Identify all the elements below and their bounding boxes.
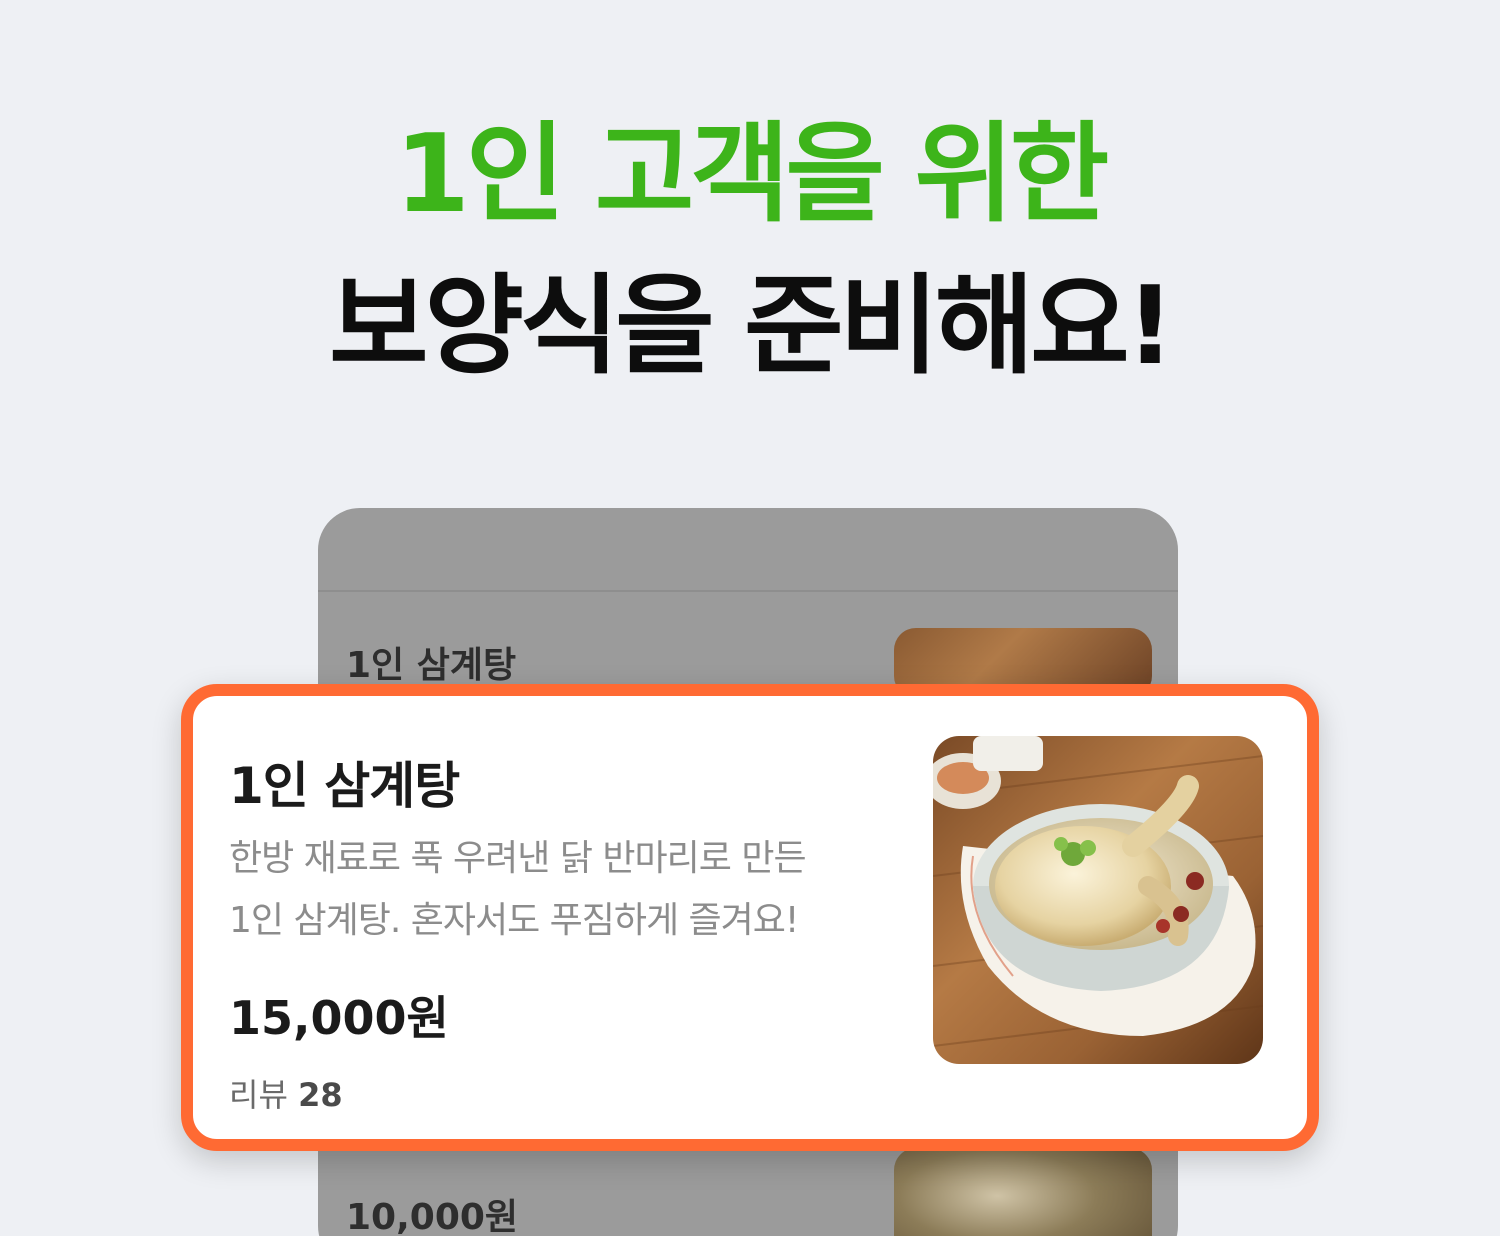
review-label: 리뷰: [229, 1076, 288, 1114]
headline-line-2: 보양식을 준비해요!: [329, 264, 1175, 389]
samgyetang-photo: [933, 736, 1263, 1064]
background-item-image-2: [894, 1148, 1152, 1236]
product-review[interactable]: 리뷰 28: [229, 1070, 343, 1116]
product-price: 15,000원: [229, 991, 449, 1045]
divider: [318, 590, 1178, 592]
product-description-line-2: 1인 삼계탕. 혼자서도 푸짐하게 즐겨요!: [229, 900, 799, 941]
product-description: 한방 재료로 푹 우려낸 닭 반마리로 만든 1인 삼계탕. 혼자서도 푸짐하게…: [229, 828, 909, 952]
background-item-price: 10,000원: [346, 1197, 519, 1236]
background-item-title: 1인 삼계탕: [346, 645, 517, 686]
product-title: 1인 삼계탕: [229, 757, 460, 815]
headline-line-1: 1인 고객을 위한: [394, 112, 1110, 237]
product-description-line-1: 한방 재료로 푹 우려낸 닭 반마리로 만든: [229, 838, 807, 879]
product-card[interactable]: 1인 삼계탕 한방 재료로 푹 우려낸 닭 반마리로 만든 1인 삼계탕. 혼자…: [181, 684, 1319, 1151]
review-count: 28: [298, 1076, 343, 1114]
